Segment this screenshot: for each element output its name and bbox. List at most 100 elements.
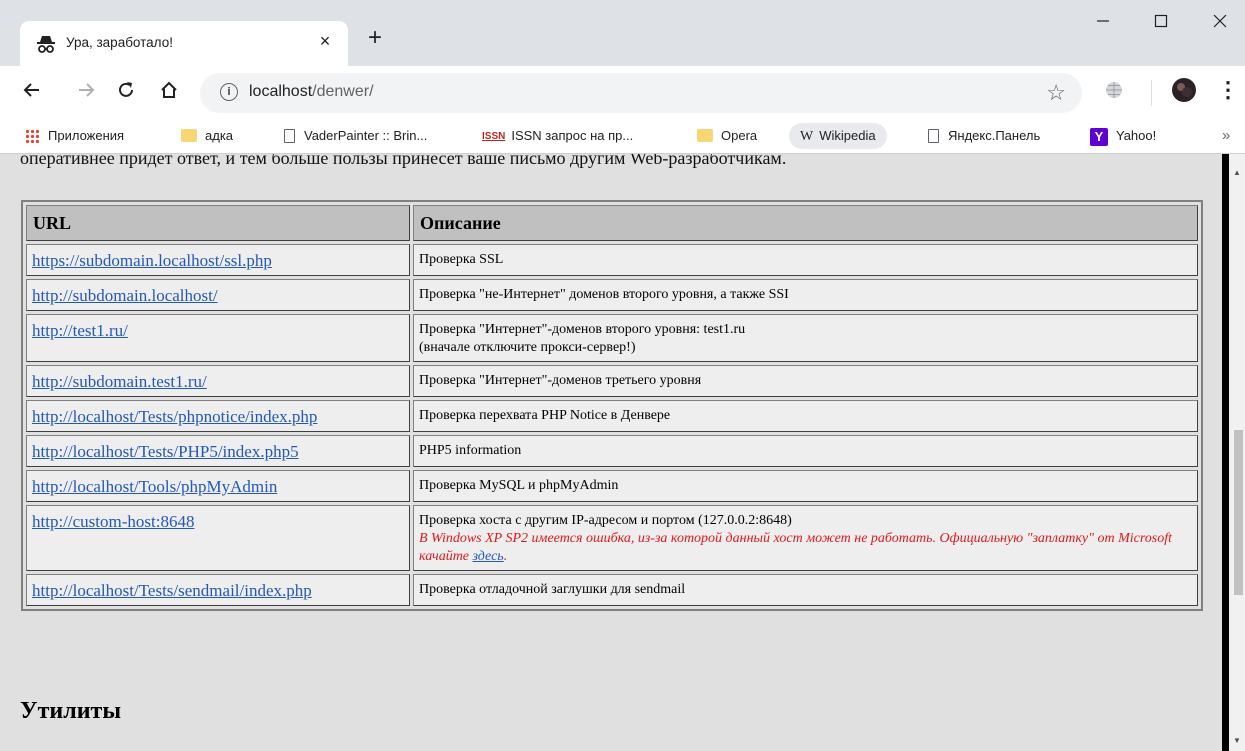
forward-icon[interactable]: [72, 76, 100, 107]
column-header-description: Описание: [413, 205, 1198, 241]
bookmark-adka[interactable]: адка: [181, 123, 233, 149]
page-content: оперативнее придет ответ, и тем больше п…: [0, 154, 1222, 751]
warning-message: В Windows XP SP2 имеется ошибка, из-за к…: [419, 531, 1172, 564]
minimize-icon[interactable]: [1080, 12, 1126, 32]
url-cell: http://custom-host:8648: [26, 505, 410, 571]
table-row: http://localhost/Tests/sendmail/index.ph…: [26, 574, 1198, 606]
yahoo-icon: Y: [1090, 127, 1108, 146]
test-link[interactable]: http://localhost/Tests/sendmail/index.ph…: [32, 581, 312, 600]
bookmarks-bar: Приложения адка VaderPainter :: Brin... …: [0, 120, 1245, 154]
table-row: https://subdomain.localhost/ssl.php Пров…: [26, 244, 1198, 276]
scrollbar-track: [1222, 154, 1229, 751]
url-text[interactable]: localhost/denwer/: [249, 83, 374, 101]
folder-icon: [181, 129, 197, 143]
description-cell: Проверка хоста с другим IP-адресом и пор…: [413, 505, 1198, 571]
description-text: Проверка "Интернет"-доменов второго уров…: [419, 322, 746, 337]
url-cell: http://localhost/Tests/sendmail/index.ph…: [26, 574, 410, 606]
url-cell: http://localhost/Tests/phpnotice/index.p…: [26, 400, 410, 432]
warning-text: В Windows XP SP2 имеется ошибка, из-за к…: [419, 531, 1172, 564]
description-cell: Проверка перехвата PHP Notice в Денвере: [413, 400, 1198, 432]
apps-grid-icon: [25, 128, 39, 143]
table-row: http://localhost/Tests/PHP5/index.php5 P…: [26, 435, 1198, 467]
test-link[interactable]: http://test1.ru/: [32, 321, 128, 340]
page-scrollbar[interactable]: ▲ ▼: [1222, 154, 1245, 751]
bookmark-opera[interactable]: Opera: [697, 123, 757, 149]
warning-end: .: [503, 549, 508, 564]
home-icon[interactable]: [155, 76, 183, 107]
url-cell: http://subdomain.localhost/: [26, 279, 410, 311]
description-cell: Проверка "не-Интернет" доменов второго у…: [413, 279, 1198, 311]
description-note: (вначале отключите прокси-сервер!): [419, 340, 636, 355]
test-link[interactable]: http://subdomain.localhost/: [32, 286, 218, 305]
table-row: http://custom-host:8648 Проверка хоста с…: [26, 505, 1198, 571]
folder-icon: [697, 129, 713, 143]
bookmark-label: Яндекс.Панель: [948, 128, 1041, 143]
bookmarks-overflow-icon[interactable]: »: [1222, 123, 1230, 149]
description-cell: Проверка "Интернет"-доменов второго уров…: [413, 314, 1198, 362]
bookmark-wikipedia[interactable]: W Wikipedia: [789, 123, 887, 149]
url-cell: http://test1.ru/: [26, 314, 410, 362]
window-close-icon[interactable]: [1197, 12, 1243, 32]
globe-icon[interactable]: [1100, 76, 1128, 107]
scroll-down-icon[interactable]: ▼: [1233, 736, 1241, 745]
incognito-favicon-icon: [37, 36, 55, 53]
table-row: http://localhost/Tests/phpnotice/index.p…: [26, 400, 1198, 432]
description-cell: Проверка "Интернет"-доменов третьего уро…: [413, 365, 1198, 397]
url-cell: https://subdomain.localhost/ssl.php: [26, 244, 410, 276]
test-link[interactable]: http://localhost/Tools/phpMyAdmin: [32, 477, 277, 496]
intro-text: оперативнее придет ответ, и тем больше п…: [20, 154, 787, 168]
bookmark-vaderpainter[interactable]: VaderPainter :: Brin...: [284, 123, 427, 149]
url-cell: http://subdomain.test1.ru/: [26, 365, 410, 397]
description-text: Проверка хоста с другим IP-адресом и пор…: [419, 513, 792, 528]
url-host: localhost: [249, 83, 313, 100]
tests-table: URL Описание https://subdomain.localhost…: [21, 200, 1203, 611]
bookmark-label: адка: [205, 128, 234, 143]
tab-strip: Ура, заработало! × +: [0, 0, 1245, 66]
scrollbar-thumb[interactable]: [1234, 430, 1243, 595]
page-icon: [928, 128, 939, 143]
patch-link[interactable]: здесь: [473, 549, 504, 564]
test-link[interactable]: http://localhost/Tests/phpnotice/index.p…: [32, 407, 317, 426]
browser-tab[interactable]: Ура, заработало! ×: [20, 21, 348, 66]
table-row: http://subdomain.localhost/ Проверка "не…: [26, 279, 1198, 311]
bookmark-issn[interactable]: ISSN ISSN запрос на пр...: [482, 123, 633, 149]
bookmark-label: Yahoo!: [1116, 128, 1157, 143]
test-link[interactable]: http://custom-host:8648: [32, 512, 194, 531]
new-tab-button[interactable]: +: [368, 26, 382, 50]
wikipedia-icon: W: [800, 129, 814, 144]
bookmark-label: Opera: [721, 128, 758, 143]
table-row: http://subdomain.test1.ru/ Проверка "Инт…: [26, 365, 1198, 397]
address-bar[interactable]: i localhost/denwer/ ☆: [200, 73, 1082, 113]
bookmark-yandex[interactable]: Яндекс.Панель: [928, 123, 1040, 149]
description-cell: Проверка MySQL и phpMyAdmin: [413, 470, 1198, 502]
bookmark-apps[interactable]: Приложения: [25, 123, 124, 149]
test-link[interactable]: http://localhost/Tests/PHP5/index.php5: [32, 442, 299, 461]
scroll-up-icon[interactable]: ▲: [1233, 168, 1241, 177]
bookmark-label: Приложения: [48, 128, 125, 143]
tab-title: Ура, заработало!: [66, 35, 173, 50]
url-cell: http://localhost/Tests/PHP5/index.php5: [26, 435, 410, 467]
page-icon: [284, 128, 295, 143]
bookmark-label: Wikipedia: [819, 128, 876, 143]
bookmark-star-icon[interactable]: ☆: [1046, 80, 1066, 106]
bookmark-yahoo[interactable]: Y Yahoo!: [1090, 123, 1156, 149]
toolbar-divider: [1151, 80, 1152, 106]
site-info-icon[interactable]: i: [220, 83, 238, 101]
avatar[interactable]: [1170, 76, 1198, 110]
bookmark-label: VaderPainter :: Brin...: [304, 128, 428, 143]
description-cell: Проверка отладочной заглушки для sendmai…: [413, 574, 1198, 606]
utilities-heading: Утилиты: [20, 698, 122, 724]
url-path: /denwer/: [312, 83, 374, 100]
maximize-icon[interactable]: [1138, 12, 1184, 32]
test-link[interactable]: https://subdomain.localhost/ssl.php: [32, 251, 272, 270]
reload-icon[interactable]: [112, 76, 140, 107]
test-link[interactable]: http://subdomain.test1.ru/: [32, 372, 207, 391]
bookmark-label: ISSN запрос на пр...: [511, 128, 634, 143]
table-row: http://localhost/Tools/phpMyAdmin Провер…: [26, 470, 1198, 502]
menu-more-icon[interactable]: ⋮: [1214, 76, 1242, 104]
table-row: http://test1.ru/ Проверка "Интернет"-дом…: [26, 314, 1198, 362]
back-icon[interactable]: [18, 76, 46, 107]
issn-icon: ISSN: [482, 130, 506, 142]
tab-close-icon[interactable]: ×: [316, 31, 334, 52]
table-header-row: URL Описание: [26, 205, 1198, 241]
